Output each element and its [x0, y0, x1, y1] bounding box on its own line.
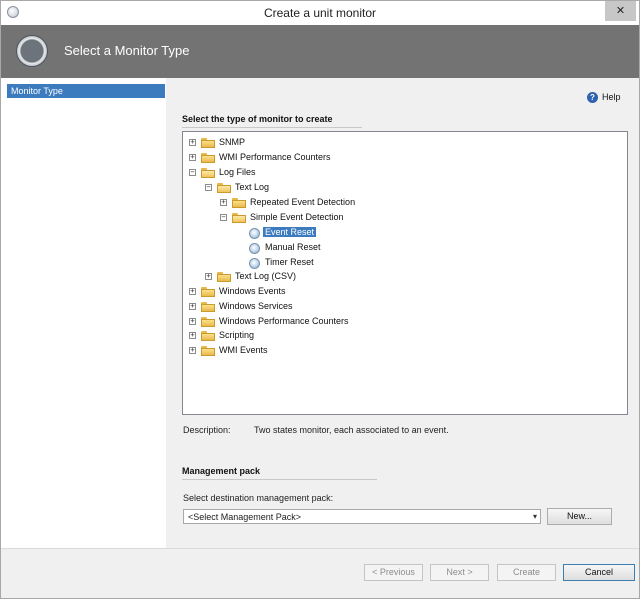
expand-icon[interactable]: +: [189, 154, 196, 161]
dropdown-value: <Select Management Pack>: [188, 512, 302, 522]
description-label: Description:: [183, 425, 231, 435]
tree-item-label: Log Files: [219, 167, 256, 177]
section-divider: [182, 127, 362, 128]
monitor-type-tree[interactable]: + SNMP + WMI Performance Counters − Log …: [182, 131, 628, 415]
folder-icon: [201, 331, 215, 341]
tree-item-label: WMI Events: [219, 345, 268, 355]
monitor-node-icon: [249, 243, 260, 254]
tree-item-wmi-events[interactable]: + WMI Events: [189, 344, 489, 358]
expand-icon[interactable]: +: [220, 199, 227, 206]
folder-icon: [201, 153, 215, 163]
create-button[interactable]: Create: [497, 564, 556, 581]
tree-item-label: Repeated Event Detection: [250, 197, 356, 207]
tree-item-label: SNMP: [219, 137, 246, 147]
tree-item-scripting[interactable]: + Scripting: [189, 329, 489, 343]
tree-item-text-log-csv[interactable]: + Text Log (CSV): [205, 270, 505, 284]
collapse-icon[interactable]: −: [205, 184, 212, 191]
cancel-button[interactable]: Cancel: [563, 564, 635, 581]
create-unit-monitor-dialog: Create a unit monitor ✕ Select a Monitor…: [0, 0, 640, 599]
folder-icon: [201, 346, 215, 356]
folder-icon: [201, 287, 215, 297]
folder-icon: [201, 302, 215, 312]
tree-item-label: WMI Performance Counters: [219, 152, 331, 162]
expand-icon[interactable]: +: [189, 318, 196, 325]
footer-divider: [1, 548, 639, 549]
folder-open-icon: [201, 168, 215, 178]
wizard-logo-icon: [16, 35, 48, 67]
wizard-steps-nav: Monitor Type: [1, 78, 166, 548]
tree-item-label-selected: Event Reset: [263, 227, 317, 237]
expand-icon[interactable]: +: [189, 288, 196, 295]
tree-item-text-log[interactable]: − Text Log: [205, 181, 505, 195]
section-divider: [182, 479, 377, 480]
folder-icon: [232, 198, 246, 208]
tree-item-simple-event-detection[interactable]: − Simple Event Detection: [220, 211, 520, 225]
monitor-node-icon: [249, 228, 260, 239]
expand-icon[interactable]: +: [189, 332, 196, 339]
tree-item-label: Timer Reset: [265, 257, 314, 267]
tree-item-windows-services[interactable]: + Windows Services: [189, 300, 489, 314]
tree-item-event-reset[interactable]: Event Reset: [249, 226, 449, 240]
tree-item-label: Simple Event Detection: [250, 212, 344, 222]
wizard-header: Select a Monitor Type: [1, 25, 639, 78]
management-pack-dropdown[interactable]: <Select Management Pack> ▾: [183, 509, 541, 524]
tree-item-timer-reset[interactable]: Timer Reset: [249, 256, 449, 270]
previous-button[interactable]: < Previous: [364, 564, 423, 581]
collapse-icon[interactable]: −: [189, 169, 196, 176]
description-text: Two states monitor, each associated to a…: [254, 425, 449, 435]
tree-item-repeated-event-detection[interactable]: + Repeated Event Detection: [220, 196, 520, 210]
tree-item-label: Windows Events: [219, 286, 286, 296]
folder-icon: [201, 317, 215, 327]
tree-item-label: Windows Services: [219, 301, 293, 311]
nav-item-monitor-type[interactable]: Monitor Type: [7, 84, 165, 98]
expand-icon[interactable]: +: [189, 139, 196, 146]
folder-open-icon: [217, 183, 231, 193]
title-bar: Create a unit monitor ✕: [1, 1, 639, 25]
management-pack-title: Management pack: [182, 466, 261, 476]
monitor-section-title: Select the type of monitor to create: [182, 114, 333, 124]
chevron-down-icon: ▾: [532, 512, 537, 521]
tree-item-label: Windows Performance Counters: [219, 316, 349, 326]
tree-item-label: Text Log (CSV): [235, 271, 297, 281]
help-label: Help: [602, 92, 621, 102]
tree-item-wmi-performance-counters[interactable]: + WMI Performance Counters: [189, 151, 489, 165]
folder-icon: [201, 138, 215, 148]
tree-item-windows-events[interactable]: + Windows Events: [189, 285, 489, 299]
tree-item-snmp[interactable]: + SNMP: [189, 136, 489, 150]
folder-open-icon: [232, 213, 246, 223]
expand-icon[interactable]: +: [189, 303, 196, 310]
folder-icon: [217, 272, 231, 282]
tree-item-manual-reset[interactable]: Manual Reset: [249, 241, 449, 255]
close-button[interactable]: ✕: [605, 1, 636, 21]
expand-icon[interactable]: +: [205, 273, 212, 280]
tree-item-log-files[interactable]: − Log Files: [189, 166, 489, 180]
new-management-pack-button[interactable]: New...: [547, 508, 612, 525]
destination-pack-label: Select destination management pack:: [183, 493, 334, 503]
page-title: Select a Monitor Type: [64, 43, 190, 58]
help-icon: ?: [587, 92, 598, 103]
expand-icon[interactable]: +: [189, 347, 196, 354]
tree-item-label: Scripting: [219, 330, 255, 340]
monitor-node-icon: [249, 258, 260, 269]
tree-item-label: Text Log: [235, 182, 270, 192]
window-title: Create a unit monitor: [263, 6, 377, 20]
collapse-icon[interactable]: −: [220, 214, 227, 221]
next-button[interactable]: Next >: [430, 564, 489, 581]
tree-item-label: Manual Reset: [265, 242, 321, 252]
tree-item-windows-performance-counters[interactable]: + Windows Performance Counters: [189, 315, 489, 329]
